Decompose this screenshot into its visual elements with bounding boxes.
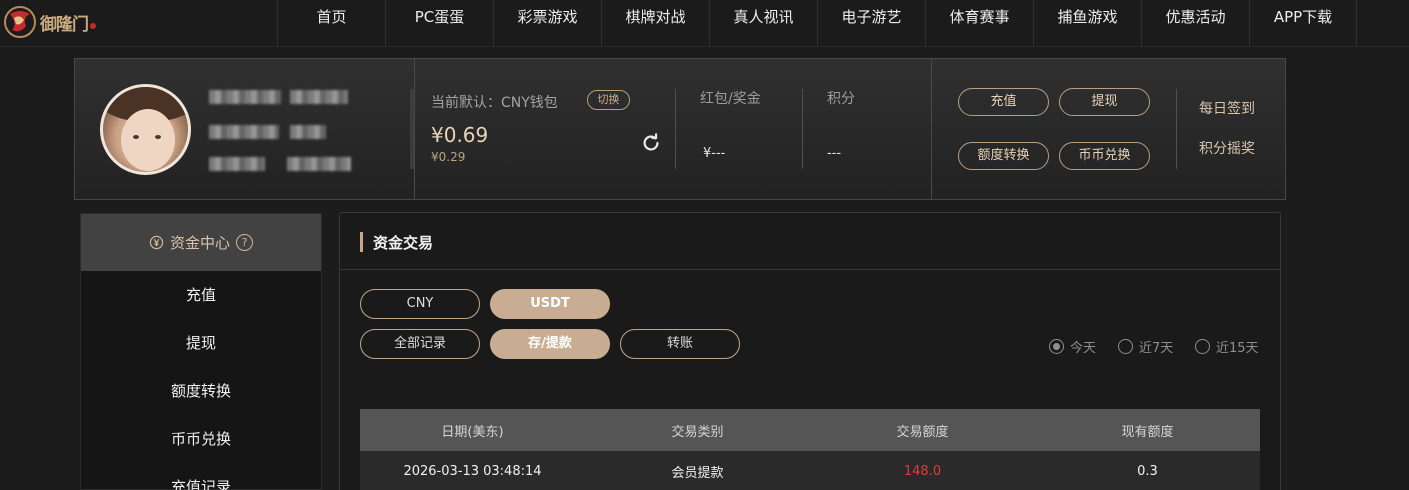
brand-dot-icon (90, 23, 96, 29)
col-balance: 现有额度 (1121, 424, 1174, 440)
refresh-icon[interactable] (640, 132, 662, 154)
title-accent-bar (360, 232, 363, 252)
col-date: 日期(美东) (441, 424, 504, 440)
nav-item-app-download[interactable]: APP下载 (1249, 0, 1357, 47)
wallet-balance: ¥0.69 (431, 123, 489, 147)
radio-unchecked-icon[interactable] (1118, 339, 1133, 354)
radio-checked-icon[interactable] (1049, 339, 1064, 354)
cell-date: 2026-03-13 03:48:14 (403, 463, 542, 479)
sidebar-item-deposit[interactable]: 充值 (81, 271, 321, 319)
daily-checkin-link[interactable]: 每日签到 (1199, 98, 1255, 118)
main-nav: 首页 PC蛋蛋 彩票游戏 棋牌对战 真人视讯 电子游艺 体育赛事 捕鱼游戏 优惠… (277, 0, 1357, 47)
filter-today[interactable]: 今天 (1049, 337, 1096, 356)
avatar[interactable] (100, 84, 191, 175)
top-nav-bar: 御隆门 首页 PC蛋蛋 彩票游戏 棋牌对战 真人视讯 电子游艺 体育赛事 捕鱼游… (0, 0, 1409, 47)
nav-item-sports[interactable]: 体育赛事 (925, 0, 1033, 47)
filter-7-days-label: 近7天 (1139, 341, 1174, 356)
dragon-logo-icon (4, 6, 36, 38)
fund-transactions-panel: 资金交易 CNY USDT 全部记录 存/提款 转账 今天 近7天 近15天 日… (339, 212, 1281, 490)
yen-coin-icon (149, 235, 164, 250)
filter-15-days-label: 近15天 (1216, 341, 1259, 356)
tab-all-records[interactable]: 全部记录 (360, 329, 480, 359)
points-value: --- (827, 146, 842, 161)
nav-item-live-casino[interactable]: 真人视讯 (709, 0, 817, 47)
tab-currency-cny[interactable]: CNY (360, 289, 480, 319)
redacted-level-value (290, 125, 326, 139)
page-title: 资金交易 (373, 234, 434, 252)
col-type: 交易类别 (671, 424, 724, 440)
redacted-login-value (287, 157, 351, 171)
redacted-username-value (290, 90, 348, 104)
redacted-login (209, 157, 265, 171)
deposit-button[interactable]: 充值 (958, 88, 1049, 116)
filter-15-days[interactable]: 近15天 (1195, 337, 1259, 356)
nav-item-slots[interactable]: 电子游艺 (817, 0, 925, 47)
stat-divider (802, 89, 803, 169)
filter-7-days[interactable]: 近7天 (1118, 337, 1173, 356)
sidebar-item-crypto-exchange[interactable]: 币币兑换 (81, 415, 321, 463)
sidebar-title: 资金中心 (169, 234, 230, 252)
cell-type: 会员提款 (671, 465, 724, 481)
brand-logo[interactable]: 御隆门 (2, 2, 98, 42)
withdraw-button[interactable]: 提现 (1059, 88, 1150, 116)
default-wallet-label: 当前默认：CNY钱包 (431, 95, 558, 111)
table-row[interactable]: 2026-03-13 03:48:14 会员提款 148.0 0.3 (360, 451, 1260, 490)
panel-header: 资金交易 (340, 213, 1280, 270)
redacted-username (209, 90, 281, 104)
cell-balance: 0.3 (1137, 463, 1158, 479)
bonus-label: 红包/奖金 (700, 91, 761, 107)
transfer-button[interactable]: 额度转换 (958, 142, 1049, 170)
stat-divider (675, 89, 676, 169)
redacted-level (209, 125, 279, 139)
nav-item-pc-egg[interactable]: PC蛋蛋 (385, 0, 493, 47)
filter-today-label: 今天 (1070, 341, 1097, 356)
points-lottery-link[interactable]: 积分摇奖 (1199, 138, 1255, 158)
action-divider (1176, 89, 1177, 169)
sidebar-header: 资金中心 ? (81, 214, 321, 271)
col-amount: 交易额度 (896, 424, 949, 440)
cell-amount: 148.0 (903, 463, 942, 479)
nav-item-promotions[interactable]: 优惠活动 (1141, 0, 1249, 47)
nav-item-lottery[interactable]: 彩票游戏 (493, 0, 601, 47)
brand-name: 御隆门 (40, 14, 89, 35)
page-root: 御隆门 首页 PC蛋蛋 彩票游戏 棋牌对战 真人视讯 电子游艺 体育赛事 捕鱼游… (0, 0, 1409, 490)
sidebar-item-deposit-records[interactable]: 充值记录 (81, 463, 321, 490)
points-label: 积分 (827, 91, 855, 107)
panel-divider (414, 59, 415, 199)
transactions-table: 日期(美东) 交易类别 交易额度 现有额度 2026-03-13 03:48:1… (360, 409, 1260, 490)
nav-item-home[interactable]: 首页 (277, 0, 385, 47)
switch-wallet-button[interactable]: 切换 (587, 90, 630, 110)
account-panel: 当前默认：CNY钱包 切换 ¥0.69 ¥0.29 红包/奖金 ¥--- 积分 … (74, 58, 1286, 200)
crypto-exchange-button[interactable]: 币币兑换 (1059, 142, 1150, 170)
nav-item-fishing[interactable]: 捕鱼游戏 (1033, 0, 1141, 47)
nav-item-chess-cards[interactable]: 棋牌对战 (601, 0, 709, 47)
table-header: 日期(美东) 交易类别 交易额度 现有额度 (360, 409, 1260, 451)
panel-divider (931, 59, 932, 199)
wallet-balance-sub: ¥0.29 (431, 150, 466, 164)
tab-deposit-withdraw[interactable]: 存/提款 (490, 329, 610, 359)
fund-center-sidebar: 资金中心 ? 充值 提现 额度转换 币币兑换 充值记录 (80, 213, 322, 490)
bonus-value: ¥--- (703, 146, 726, 161)
sidebar-item-transfer[interactable]: 额度转换 (81, 367, 321, 415)
question-circle-icon[interactable]: ? (236, 234, 253, 251)
tab-transfer[interactable]: 转账 (620, 329, 740, 359)
tab-currency-usdt[interactable]: USDT (490, 289, 610, 319)
radio-unchecked-icon[interactable] (1195, 339, 1210, 354)
sidebar-item-withdraw[interactable]: 提现 (81, 319, 321, 367)
